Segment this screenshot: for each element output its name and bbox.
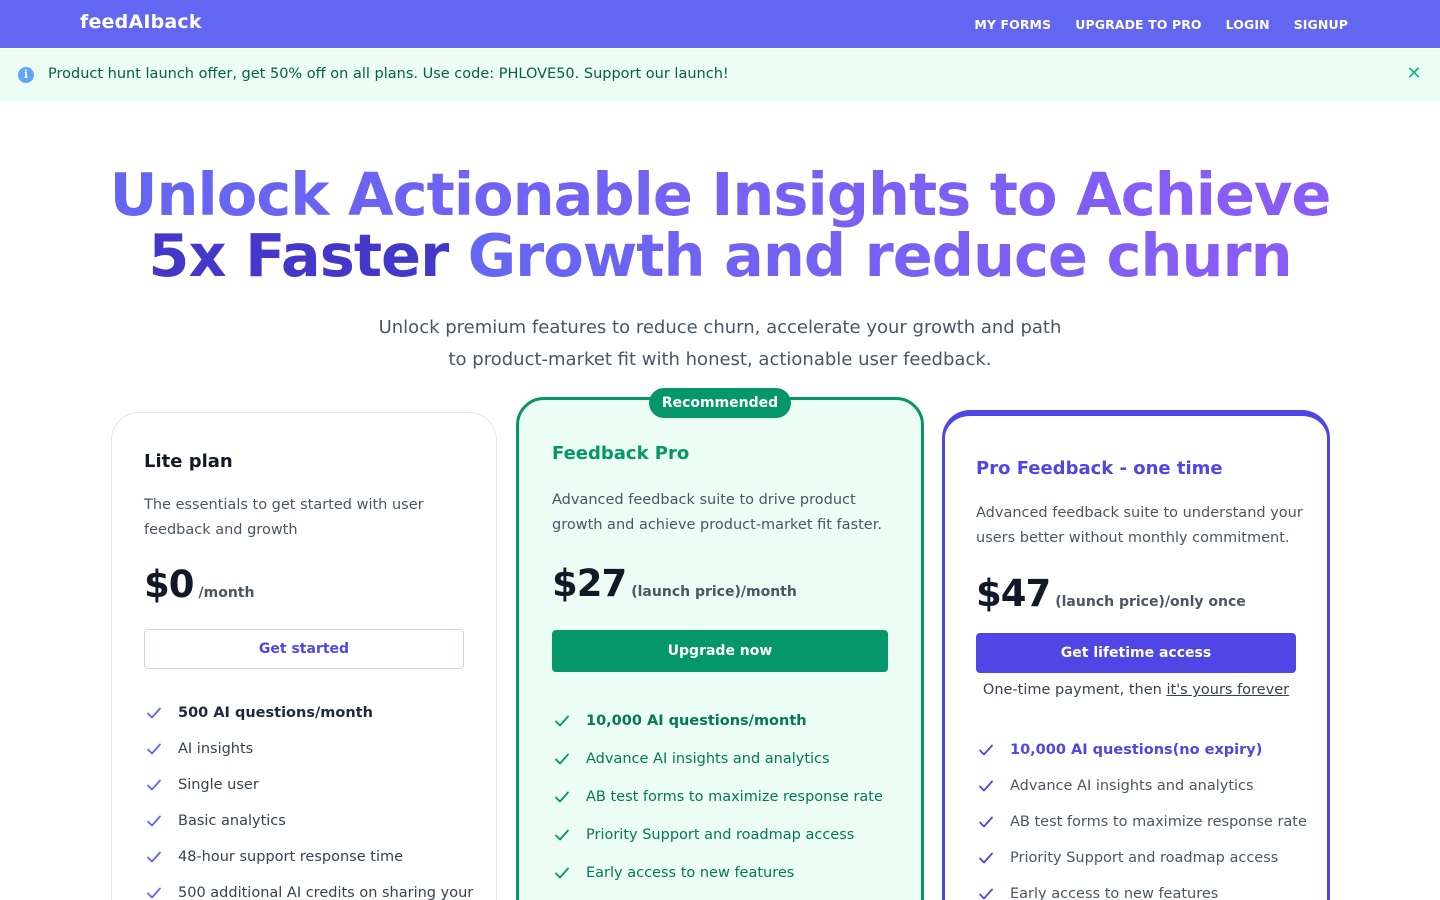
- feature-item: Early access to new features: [554, 854, 883, 892]
- price-unit: (launch price)/only once: [1055, 594, 1246, 610]
- feature-item: Priority Support and roadmap access: [554, 816, 883, 854]
- feature-item: AI insights: [146, 731, 473, 767]
- plan-description: Advanced feedback suite to drive product…: [552, 492, 882, 533]
- check-icon: [555, 715, 569, 727]
- nav-my-forms[interactable]: MY FORMS: [974, 17, 1051, 32]
- nav-upgrade-to-pro[interactable]: UPGRADE TO PRO: [1075, 17, 1201, 32]
- price-amount: $27: [552, 562, 627, 605]
- plan-card-lifetime: Pro Feedback - one time Advanced feedbac…: [942, 410, 1330, 900]
- feature-item: Advance AI insights and analytics: [554, 740, 883, 778]
- get-started-button[interactable]: Get started: [144, 629, 464, 669]
- promo-banner: i Product hunt launch offer, get 50% off…: [0, 49, 1440, 101]
- feature-item: Priority Support and roadmap access: [978, 840, 1307, 876]
- feature-list: 10,000 AI questions(no expiry) Advance A…: [978, 732, 1307, 900]
- check-icon: [555, 867, 569, 879]
- feature-item: 500 AI questions/month: [146, 695, 473, 731]
- plan-card-pro: Feedback Pro Advanced feedback suite to …: [516, 397, 924, 900]
- check-icon: [979, 780, 993, 792]
- get-lifetime-access-button[interactable]: Get lifetime access: [976, 633, 1296, 673]
- price-unit: /month: [198, 585, 255, 601]
- check-icon: [555, 829, 569, 841]
- plan-name: Lite plan: [144, 451, 233, 472]
- feature-item: Basic analytics: [146, 803, 473, 839]
- info-icon: i: [18, 67, 34, 83]
- check-icon: [555, 753, 569, 765]
- check-icon: [979, 852, 993, 864]
- check-icon: [147, 743, 161, 755]
- feature-item: AB test forms to maximize response rate: [978, 804, 1307, 840]
- one-time-payment-note: One-time payment, then it's yours foreve…: [982, 682, 1290, 698]
- check-icon: [979, 744, 993, 756]
- price-amount: $0: [144, 563, 194, 606]
- check-icon: [979, 816, 993, 828]
- yours-forever-link[interactable]: it's yours forever: [1166, 682, 1289, 698]
- plan-price: $47 (launch price)/only once: [976, 572, 1246, 615]
- hero-title-accent: 5x Faster: [148, 221, 449, 290]
- feature-list: 10,000 AI questions/month Advance AI ins…: [554, 702, 883, 892]
- plan-description: Advanced feedback suite to understand yo…: [976, 505, 1303, 546]
- plan-price: $0 /month: [144, 563, 254, 606]
- hero-title-line2: Growth and reduce churn: [448, 221, 1293, 290]
- check-icon: [147, 851, 161, 863]
- recommended-badge: Recommended: [649, 388, 791, 418]
- feature-item: AB test forms to maximize response rate: [554, 778, 883, 816]
- hero-title-line1: Unlock Actionable Insights to Achieve: [109, 160, 1332, 229]
- nav-links: MY FORMS UPGRADE TO PRO LOGIN SIGNUP: [974, 0, 1348, 48]
- banner-text: Product hunt launch offer, get 50% off o…: [48, 66, 729, 82]
- plan-name: Feedback Pro: [552, 443, 690, 464]
- feature-item: 48-hour support response time: [146, 839, 473, 875]
- hero-title: Unlock Actionable Insights to Achieve 5x…: [0, 164, 1440, 286]
- nav-login[interactable]: LOGIN: [1226, 17, 1270, 32]
- feature-item: Advance AI insights and analytics: [978, 768, 1307, 804]
- close-icon[interactable]: ✕: [1406, 64, 1422, 84]
- feature-item: 10,000 AI questions(no expiry): [978, 732, 1307, 768]
- check-icon: [147, 815, 161, 827]
- feature-item: Single user: [146, 767, 473, 803]
- plan-name: Pro Feedback - one time: [976, 458, 1223, 479]
- feature-item: 500 additional AI credits on sharing you…: [146, 875, 473, 900]
- check-icon: [147, 707, 161, 719]
- check-icon: [979, 888, 993, 900]
- price-unit: (launch price)/month: [631, 584, 797, 600]
- check-icon: [555, 791, 569, 803]
- top-navbar: feedAIback MY FORMS UPGRADE TO PRO LOGIN…: [0, 0, 1440, 48]
- price-amount: $47: [976, 572, 1051, 615]
- plan-description: The essentials to get started with user …: [144, 497, 424, 538]
- plan-card-lite: Lite plan The essentials to get started …: [111, 412, 497, 900]
- feature-item: 10,000 AI questions/month: [554, 702, 883, 740]
- upgrade-now-button[interactable]: Upgrade now: [552, 630, 888, 672]
- nav-signup[interactable]: SIGNUP: [1294, 17, 1348, 32]
- check-icon: [147, 779, 161, 791]
- plan-price: $27 (launch price)/month: [552, 562, 797, 605]
- feature-item: Early access to new features: [978, 876, 1307, 900]
- feature-list: 500 AI questions/month AI insights Singl…: [146, 695, 473, 900]
- brand-logo[interactable]: feedAIback: [80, 11, 202, 33]
- hero-subtitle: Unlock premium features to reduce churn,…: [378, 317, 1062, 370]
- check-icon: [147, 887, 161, 899]
